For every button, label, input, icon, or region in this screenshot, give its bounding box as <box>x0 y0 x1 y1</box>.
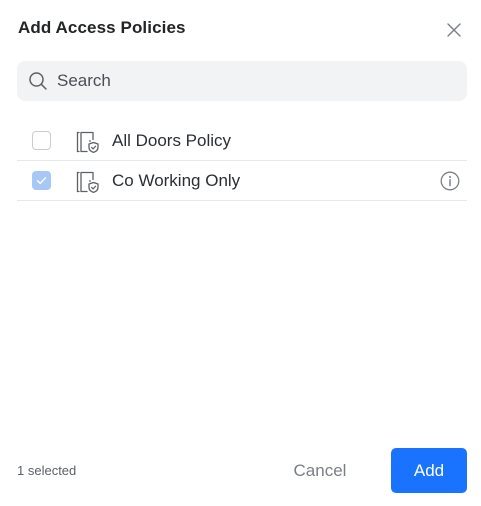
close-button[interactable] <box>442 18 466 42</box>
search-icon <box>28 71 48 91</box>
policy-label: All Doors Policy <box>112 130 232 150</box>
policy-label: Co Working Only <box>112 170 241 190</box>
policy-row-all-doors[interactable]: All Doors Policy <box>17 121 467 161</box>
policy-list: All Doors Policy Co Working Only <box>17 121 467 201</box>
search-input[interactable] <box>57 71 457 91</box>
close-icon <box>447 23 461 37</box>
search-box[interactable] <box>17 61 467 101</box>
policy-checkbox-co-working[interactable] <box>32 171 51 190</box>
door-shield-icon <box>76 171 99 194</box>
cancel-button[interactable]: Cancel <box>278 448 362 493</box>
add-button[interactable]: Add <box>391 448 467 493</box>
dialog-title: Add Access Policies <box>18 18 186 37</box>
add-access-policies-dialog: Add Access Policies All Doors P <box>0 0 481 506</box>
checkmark-icon <box>36 177 47 185</box>
selected-count: 1 selected <box>17 463 77 478</box>
info-icon[interactable] <box>440 171 460 191</box>
policy-row-co-working[interactable]: Co Working Only <box>17 161 467 201</box>
door-shield-icon <box>76 131 99 154</box>
policy-checkbox-all-doors[interactable] <box>32 131 51 150</box>
